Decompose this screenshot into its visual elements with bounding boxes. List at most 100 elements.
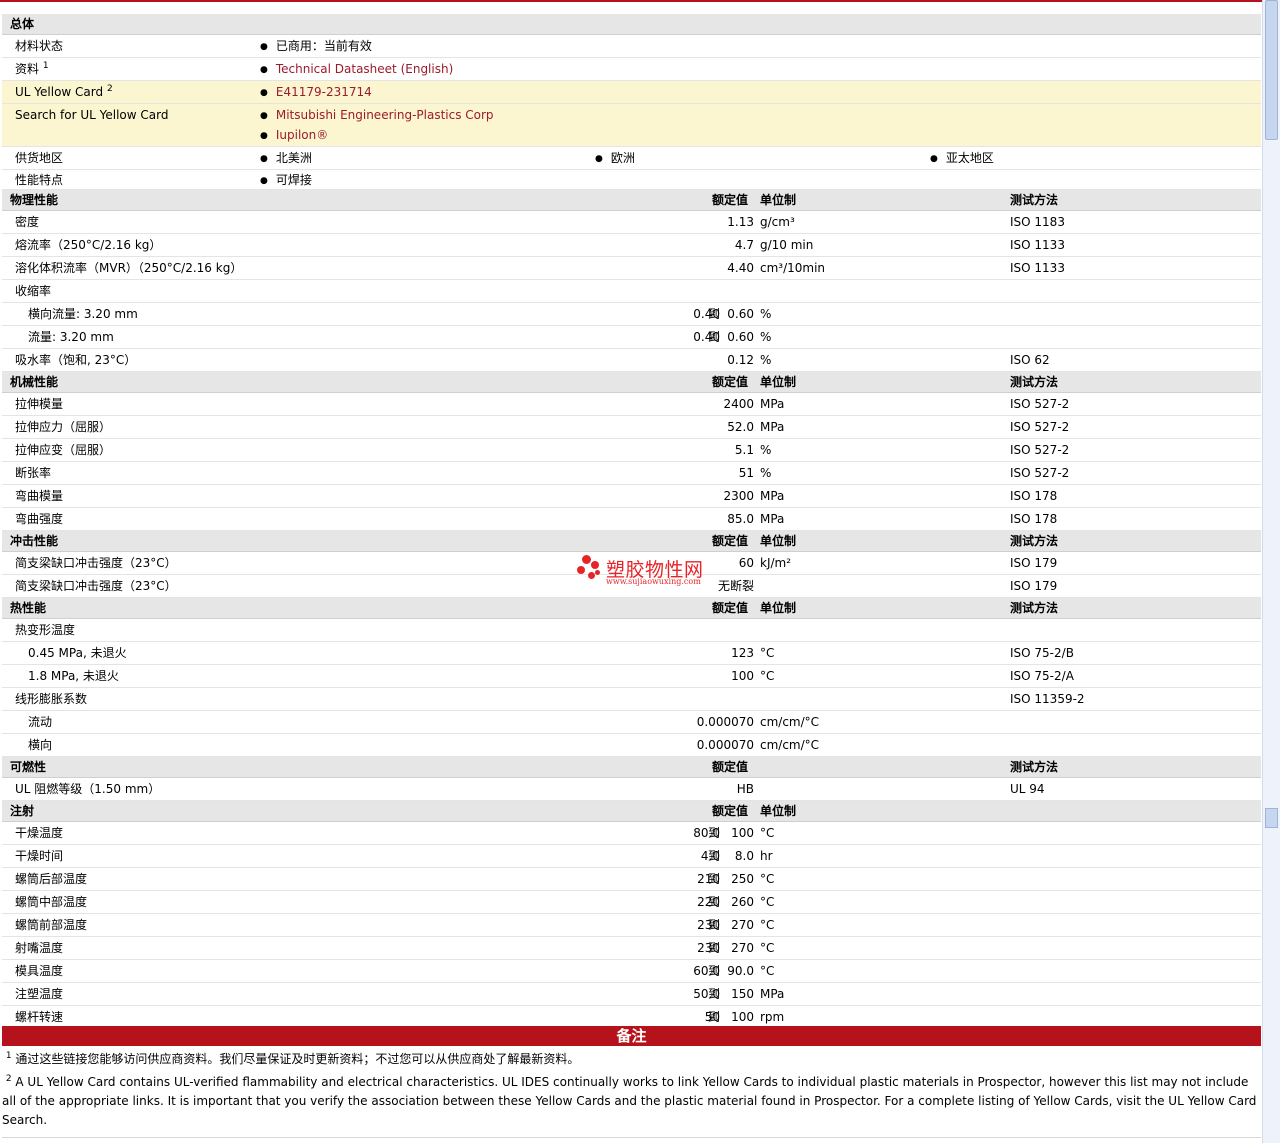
vertical-scrollbar[interactable] (1262, 0, 1280, 1143)
supplier-link[interactable]: Mitsubishi Engineering-Plastics Corp (276, 108, 494, 122)
section-header-injection: 注射 额定值 单位制 (2, 801, 1261, 822)
row-label: 资料 1 (15, 58, 49, 80)
property-unit: cm/cm/°C (760, 715, 820, 729)
footnote-1: 1 通过这些链接您能够访问供应商资料。我们尽量保证及时更新资料；不过您可以从供应… (2, 1050, 1258, 1069)
property-unit: g/cm³ (760, 215, 795, 229)
property-label: 简支梁缺口冲击强度（23°C） (15, 556, 177, 570)
test-method: ISO 527-2 (1010, 466, 1070, 480)
property-unit: hr (760, 849, 773, 863)
range-separator: 到 (708, 1010, 721, 1024)
section-title: 物理性能 (10, 193, 59, 207)
property-label: 密度 (15, 215, 40, 229)
divider (2, 1137, 1261, 1138)
property-label: 流量: 3.20 mm (28, 330, 114, 344)
property-row: 收缩率 (2, 280, 1261, 303)
test-method: ISO 179 (1010, 579, 1058, 593)
section-title: 总体 (10, 17, 35, 31)
property-row: 横向流量: 3.20 mm 0.40 到 0.60% (2, 303, 1261, 326)
property-unit: °C (760, 964, 775, 978)
range-to: 270 (731, 941, 754, 955)
range-to: 150 (731, 987, 754, 1001)
property-value: 4.40 (727, 261, 754, 275)
property-label: 断张率 (15, 466, 52, 480)
property-label: 弯曲强度 (15, 512, 64, 526)
property-unit: °C (760, 918, 775, 932)
property-unit: °C (760, 872, 775, 886)
property-value: HB (736, 782, 754, 796)
availability-row: 供货地区 北美洲 欧洲 亚太地区 (2, 147, 1261, 170)
test-method: ISO 179 (1010, 556, 1058, 570)
ul-card-row: UL Yellow Card 2 E41179-231714 (2, 81, 1261, 104)
property-label: 熔流率（250°C/2.16 kg） (15, 238, 162, 252)
property-value: 1.13 (727, 215, 754, 229)
test-method: ISO 1133 (1010, 261, 1065, 275)
property-unit: % (760, 307, 772, 321)
test-method: ISO 62 (1010, 353, 1050, 367)
property-label: 0.45 MPa, 未退火 (28, 646, 127, 660)
property-value: 5.1 (734, 443, 754, 457)
section-title: 可燃性 (10, 760, 47, 774)
property-label: 横向流量: 3.20 mm (28, 307, 138, 321)
datasheet-link[interactable]: Technical Datasheet (English) (276, 62, 453, 76)
property-value: 2300 (723, 489, 754, 503)
section-header-flammability: 可燃性 额定值 测试方法 (2, 757, 1261, 778)
list-item: 可焊接 (260, 170, 312, 192)
property-unit: °C (760, 826, 775, 840)
rated-column-header: 额定值 (712, 534, 749, 548)
property-value: 4.7 (734, 238, 754, 252)
brand-link[interactable]: Iupilon® (276, 128, 328, 142)
property-label: 螺筒前部温度 (15, 918, 88, 932)
section-header-physical: 物理性能 额定值 单位制 测试方法 (2, 190, 1261, 211)
property-unit: °C (760, 669, 775, 683)
test-method: ISO 1133 (1010, 238, 1065, 252)
property-row: 断张率 51% ISO 527-2 (2, 462, 1261, 485)
property-value: 123 (731, 646, 754, 660)
range-separator: 到 (708, 330, 721, 344)
material-status-row: 材料状态 已商用：当前有效 (2, 35, 1261, 58)
range-separator: 到 (708, 987, 721, 1001)
range-separator: 到 (708, 895, 721, 909)
property-label: 线形膨胀系数 (15, 692, 88, 706)
property-row: 射嘴温度 230 到 270 °C (2, 937, 1261, 960)
list-item: 北美洲 (260, 147, 312, 171)
property-label: 溶化体积流率（MVR）（250°C/2.16 kg） (15, 261, 243, 275)
section-title: 冲击性能 (10, 534, 59, 548)
property-row: 干燥时间 4.0 到 8.0 hr (2, 845, 1261, 868)
property-unit: cm³/10min (760, 261, 826, 275)
bullet-text: 已商用：当前有效 (275, 39, 372, 53)
scrollbar-thumb[interactable] (1265, 0, 1278, 140)
footnote-2: 2 A UL Yellow Card contains UL-verified … (2, 1073, 1258, 1130)
property-row: 拉伸模量 2400 MPa ISO 527-2 (2, 393, 1261, 416)
property-value: 52.0 (727, 420, 754, 434)
rated-column-header: 额定值 (712, 375, 749, 389)
property-label: 拉伸模量 (15, 397, 64, 411)
rated-column-header: 额定值 (712, 193, 749, 207)
property-label: 简支梁缺口冲击强度（23°C） (15, 579, 177, 593)
property-label: UL 阻燃等级（1.50 mm） (15, 782, 161, 796)
watermark-logo: 塑胶物性网 www.sujiaowuxing.com (576, 553, 716, 593)
list-item: 亚太地区 (930, 147, 994, 171)
property-row: 线形膨胀系数 ISO 11359-2 (2, 688, 1261, 711)
property-row: 拉伸应变（屈服） 5.1% ISO 527-2 (2, 439, 1261, 462)
property-label: 1.8 MPa, 未退火 (28, 669, 119, 683)
property-label: 弯曲模量 (15, 489, 64, 503)
unit-column-header: 单位制 (760, 193, 797, 207)
ul-card-link[interactable]: E41179-231714 (276, 85, 372, 99)
property-row: 熔流率（250°C/2.16 kg） 4.7 g/10 min ISO 1133 (2, 234, 1261, 257)
section-title: 机械性能 (10, 375, 59, 389)
property-unit: kJ/m² (760, 556, 792, 570)
method-column-header: 测试方法 (1010, 375, 1059, 389)
range-to: 0.60 (727, 307, 754, 321)
range-to: 100 (731, 1010, 754, 1024)
test-method: ISO 527-2 (1010, 443, 1070, 457)
range-to: 100 (731, 826, 754, 840)
unit-column-header: 单位制 (760, 804, 797, 818)
test-method: ISO 75-2/A (1010, 669, 1074, 683)
test-method: ISO 75-2/B (1010, 646, 1074, 660)
top-accent-line (0, 0, 1262, 2)
bullet-text: 亚太地区 (945, 151, 994, 165)
list-item: E41179-231714 (260, 81, 372, 105)
footnote-text: A UL Yellow Card contains UL-verified fl… (2, 1075, 1257, 1127)
row-label: Search for UL Yellow Card (15, 108, 169, 122)
scrollbar-marker (1265, 808, 1278, 828)
